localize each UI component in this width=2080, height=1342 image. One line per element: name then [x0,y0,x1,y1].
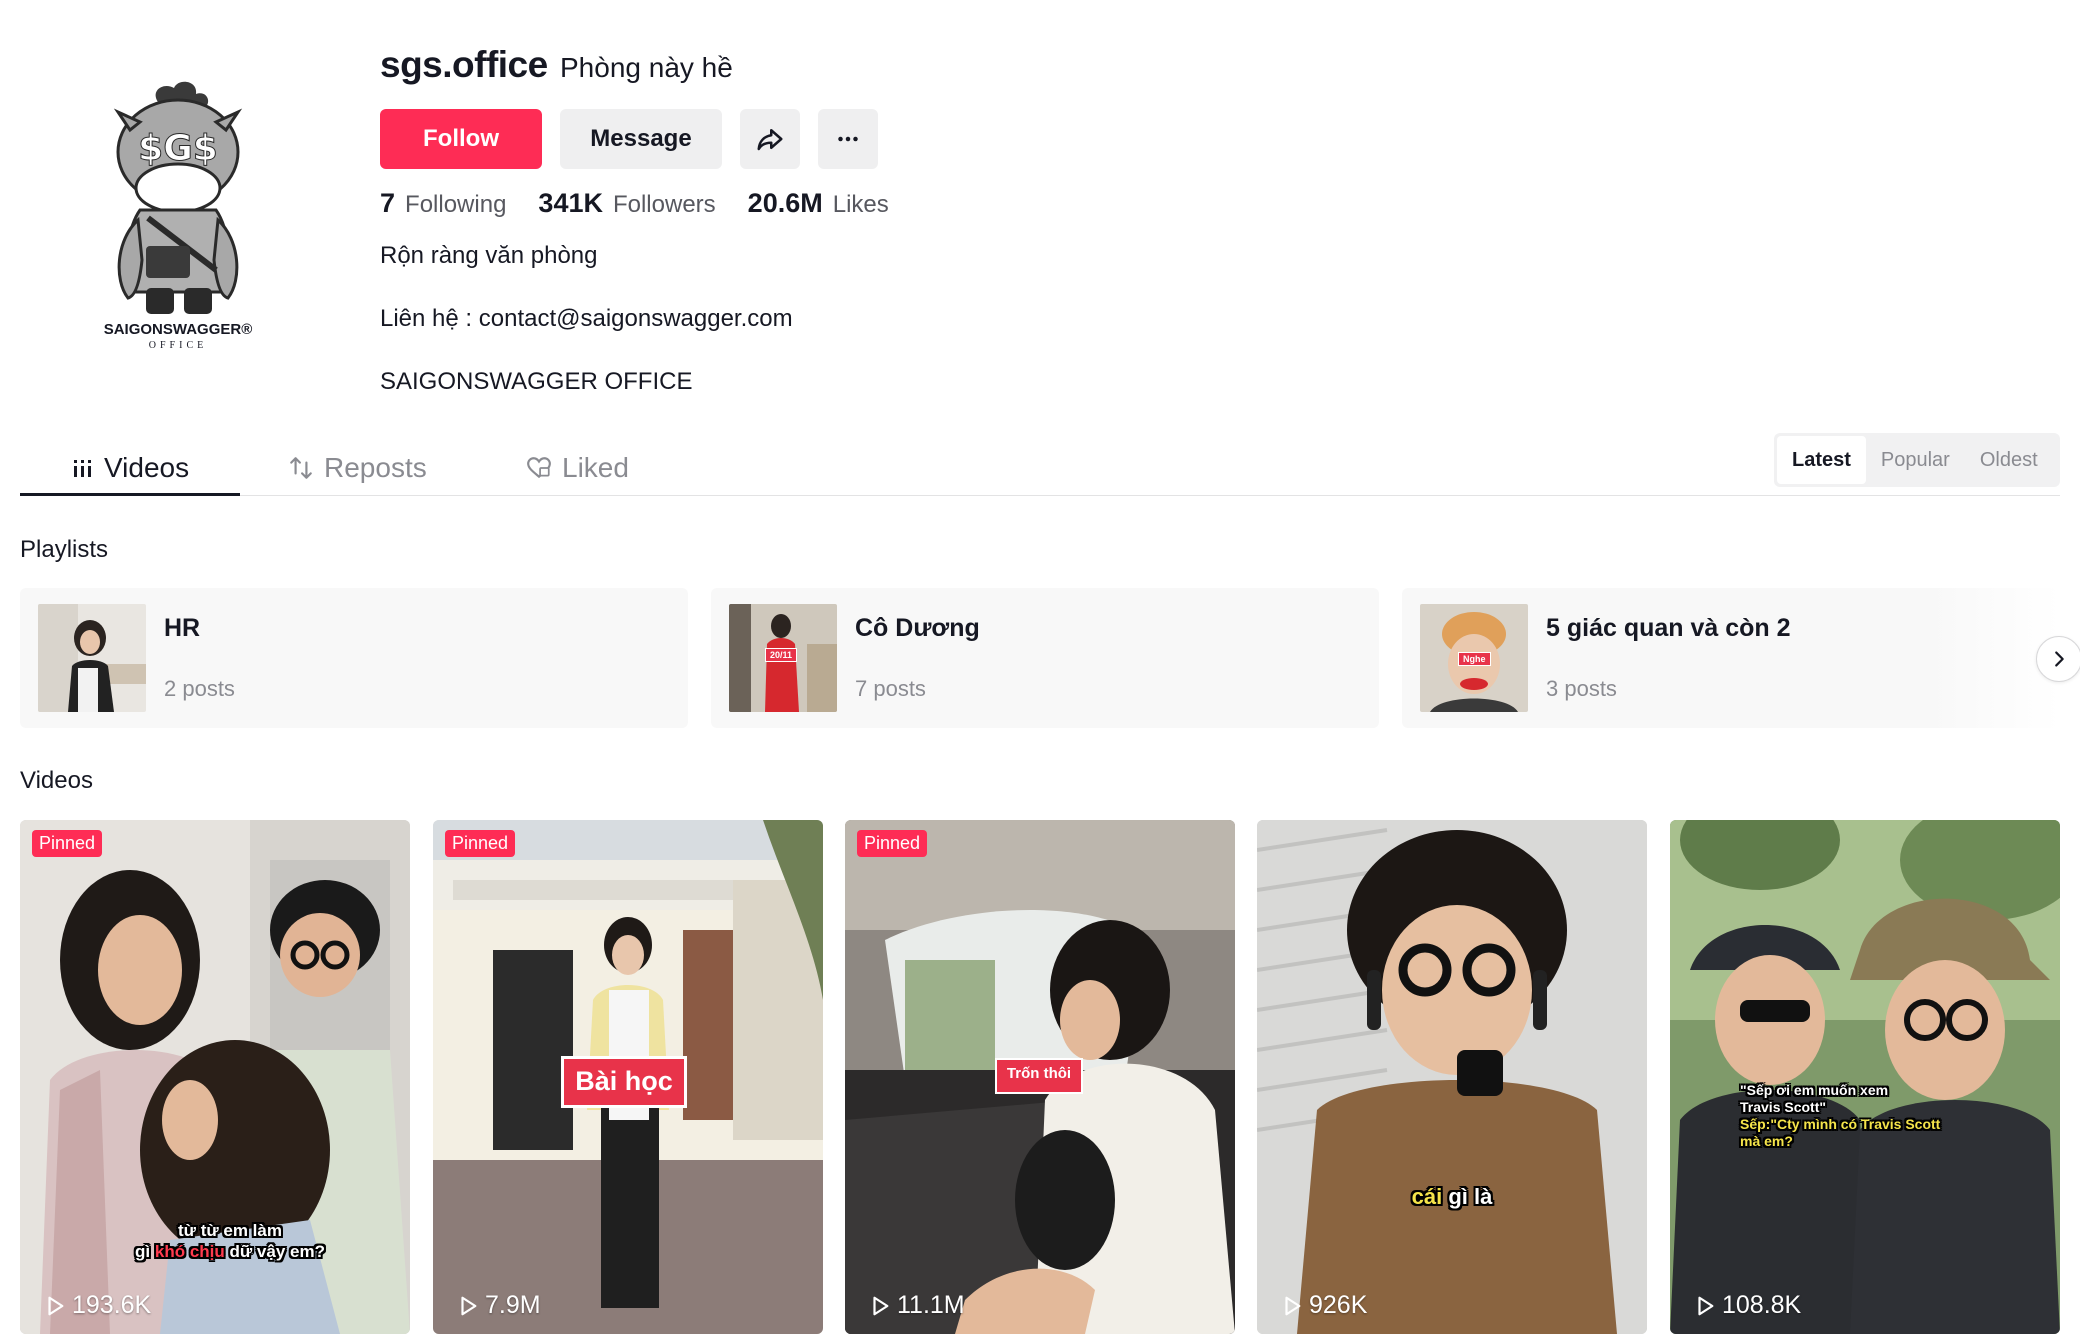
more-icon [833,124,863,154]
video-sticker: Trốn thôi [995,1058,1083,1094]
following-label[interactable]: Following [405,191,506,219]
active-tab-indicator [20,493,240,496]
play-icon [869,1295,891,1317]
caption-line: mà em? [1740,1133,1793,1149]
repost-icon [288,455,314,481]
playlist-name: 5 giác quan và còn 2 [1546,614,1791,642]
video-caption: "Sếp ơi em muốn xem Travis Scott" Sếp:"C… [1740,1082,2000,1150]
follow-button[interactable]: Follow [380,109,542,169]
view-count: 108.8K [1694,1291,1801,1320]
message-button[interactable]: Message [560,109,722,169]
playlist-count: 3 posts [1546,676,1617,701]
playlist-thumbnail [38,604,146,712]
play-icon [1281,1295,1303,1317]
likes-count: 20.6M [747,188,823,218]
share-icon [755,124,785,154]
pinned-badge: Pinned [445,830,516,857]
following-count[interactable]: 7 [380,188,395,219]
caption-line: gì khó chịu dữ vậy em? [135,1242,325,1261]
video-card[interactable]: "Sếp ơi em muốn xem Travis Scott" Sếp:"C… [1670,820,2060,1334]
playlist-thumbnail: Nghe [1420,604,1528,712]
view-count: 926K [1281,1291,1367,1320]
pinned-badge: Pinned [857,830,928,857]
profile-nickname: Phòng này hề [560,52,733,83]
caption-line: từ từ em làm [178,1221,282,1240]
avatar-brand-text: SAIGONSWAGGER® [104,321,253,338]
view-count: 7.9M [457,1291,541,1320]
video-caption: từ từ em làm gì khó chịu dữ vậy em? [100,1220,360,1262]
avatar-emblem: $G$ [138,128,218,169]
video-caption: cái gì là [1411,1184,1493,1209]
playlist-count: 7 posts [855,676,926,701]
playlist-card-5-giac-quan[interactable]: Nghe 5 giác quan và còn 2 3 posts [1402,588,2060,728]
view-count: 193.6K [44,1291,151,1320]
playlist-card-co-duong[interactable]: 20/11 Cô Dương 7 posts [711,588,1379,728]
thumbnail-sticker: Nghe [1458,652,1491,666]
heart-locked-icon [526,455,552,481]
bio-line-3: SAIGONSWAGGER OFFICE [380,368,693,395]
profile-stats: 7 Following 341K Followers 20.6M Likes [380,188,921,219]
view-count: 11.1M [869,1291,965,1320]
tab-liked[interactable]: Liked [526,440,629,496]
avatar[interactable]: $G$ SAIGONSWAGGER® OFFICE [88,60,268,360]
chevron-right-icon [2048,648,2070,670]
tab-reposts-label: Reposts [324,452,427,483]
video-thumbnail [1670,820,2060,1334]
playlist-card-hr[interactable]: HR 2 posts [20,588,688,728]
grid-icon [72,457,94,479]
video-card[interactable]: cái gì là 926K [1257,820,1647,1334]
video-thumbnail [1257,820,1647,1334]
playlist-name: HR [164,614,201,642]
thumbnail-sticker: 20/11 [765,648,798,662]
share-button[interactable] [740,109,800,169]
play-icon [1694,1295,1716,1317]
profile-username: sgs.office [380,44,548,85]
playlist-next-button[interactable] [2036,636,2080,682]
videos-heading: Videos [20,767,93,794]
pinned-badge: Pinned [32,830,103,857]
followers-label[interactable]: Followers [613,191,716,219]
play-icon [44,1295,66,1317]
likes-label: Likes [832,191,889,218]
tab-videos-label: Videos [104,452,190,483]
caption-line: Sếp:"Cty mình có Travis Scott [1740,1116,1941,1132]
followers-count[interactable]: 341K [538,188,603,219]
play-icon [457,1295,479,1317]
video-card[interactable]: Pinned từ từ em làm gì khó chịu dữ vậy e… [20,820,410,1334]
sort-selector: Latest Popular Oldest [1774,433,2060,487]
tab-liked-label: Liked [562,452,629,483]
tab-reposts[interactable]: Reposts [288,440,427,496]
avatar-sub-text: OFFICE [149,340,207,351]
tab-videos[interactable]: Videos [72,440,189,496]
video-sticker: Bài học [561,1056,687,1108]
playlist-thumbnail: 20/11 [729,604,837,712]
sort-popular[interactable]: Popular [1866,436,1965,484]
bio-line-2: Liên hệ : contact@saigonswagger.com [380,305,793,332]
playlist-name: Cô Dương [855,614,980,642]
video-card[interactable]: Pinned Trốn thôi 11.1M [845,820,1235,1334]
playlist-count: 2 posts [164,676,235,701]
video-card[interactable]: Pinned Bài học 7.9M [433,820,823,1334]
caption-line: "Sếp ơi em muốn xem [1740,1082,1889,1098]
caption-line: Travis Scott" [1740,1099,1827,1115]
avatar-mascot-image: $G$ SAIGONSWAGGER® OFFICE [104,81,253,351]
bio-line-1: Rộn ràng văn phòng [380,242,598,269]
profile-tabs: Videos Reposts Liked [20,430,2060,496]
more-button[interactable] [818,109,878,169]
sort-oldest[interactable]: Oldest [1965,436,2053,484]
sort-latest[interactable]: Latest [1777,436,1866,484]
playlists-heading: Playlists [20,536,109,563]
